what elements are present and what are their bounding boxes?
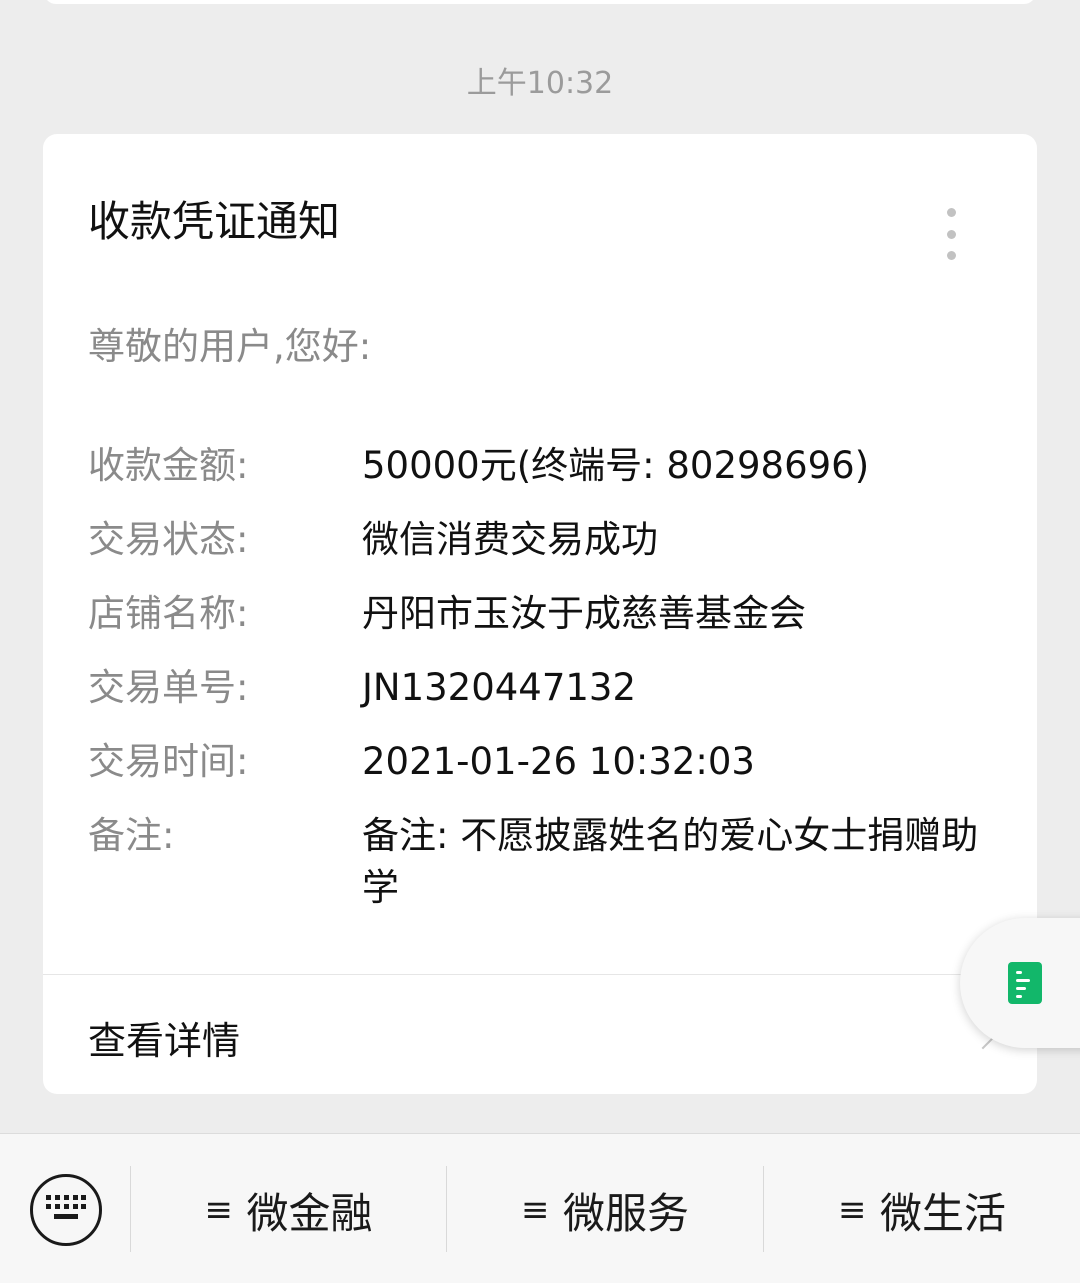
field-label: 店铺名称: — [88, 592, 249, 635]
field-value: 2021-01-26 10:32:03 — [362, 740, 755, 783]
more-vertical-icon[interactable] — [945, 208, 957, 260]
card-divider — [43, 974, 1037, 975]
field-label: 交易状态: — [88, 518, 249, 561]
floating-document-button[interactable] — [960, 918, 1080, 1048]
service-menu-bar: ≡ 微金融 ≡ 微服务 ≡ 微生活 — [0, 1133, 1080, 1283]
field-row-note: 备注: 备注: 不愿披露姓名的爱心女士捐赠助学 — [88, 810, 988, 914]
field-value: 50000元(终端号: 80298696) — [362, 444, 870, 487]
greeting-text: 尊敬的用户,您好: — [88, 325, 372, 368]
menu-item-finance[interactable]: ≡ 微金融 — [131, 1180, 446, 1240]
field-row-time: 交易时间: 2021-01-26 10:32:03 — [88, 736, 988, 788]
field-row-store: 店铺名称: 丹阳市玉汝于成慈善基金会 — [88, 588, 988, 640]
previous-message-card — [44, 0, 1036, 4]
menu-item-services[interactable]: ≡ 微服务 — [447, 1180, 763, 1240]
menu-item-life[interactable]: ≡ 微生活 — [764, 1180, 1080, 1240]
view-details-link[interactable]: 查看详情 — [88, 1010, 240, 1065]
receipt-fields: 收款金额: 50000元(终端号: 80298696) 交易状态: 微信消费交易… — [88, 440, 988, 936]
field-value: 备注: 不愿披露姓名的爱心女士捐赠助学 — [362, 814, 979, 909]
field-row-amount: 收款金额: 50000元(终端号: 80298696) — [88, 440, 988, 492]
menu-lines-icon: ≡ — [204, 1190, 233, 1230]
field-row-order-number: 交易单号: JN1320447132 — [88, 662, 988, 714]
field-row-status: 交易状态: 微信消费交易成功 — [88, 514, 988, 566]
card-title: 收款凭证通知 — [88, 197, 341, 246]
field-label: 交易时间: — [88, 740, 249, 783]
chat-screen: 上午10:32 收款凭证通知 尊敬的用户,您好: 收款金额: 50000元(终端… — [0, 0, 1080, 1283]
field-value: 丹阳市玉汝于成慈善基金会 — [362, 592, 806, 635]
more-dot — [946, 229, 956, 239]
field-value: 微信消费交易成功 — [362, 518, 658, 561]
more-dot — [946, 251, 956, 260]
menu-item-label: 微生活 — [879, 1188, 1006, 1238]
keyboard-icon — [46, 1195, 86, 1225]
field-label: 交易单号: — [88, 666, 249, 709]
menu-lines-icon: ≡ — [837, 1190, 867, 1230]
field-label: 备注: — [88, 814, 175, 857]
menu-lines-icon: ≡ — [520, 1190, 550, 1230]
menu-item-label: 微服务 — [562, 1188, 689, 1238]
keyboard-toggle-button[interactable] — [30, 1174, 102, 1246]
receipt-notification-card[interactable]: 收款凭证通知 尊敬的用户,您好: 收款金额: 50000元(终端号: 80298… — [43, 134, 1037, 1094]
field-value: JN1320447132 — [362, 666, 636, 709]
document-icon — [1008, 962, 1042, 1004]
menu-item-label: 微金融 — [246, 1188, 373, 1238]
field-label: 收款金额: — [88, 444, 249, 487]
more-dot — [946, 208, 956, 217]
message-timestamp: 上午10:32 — [466, 66, 614, 101]
